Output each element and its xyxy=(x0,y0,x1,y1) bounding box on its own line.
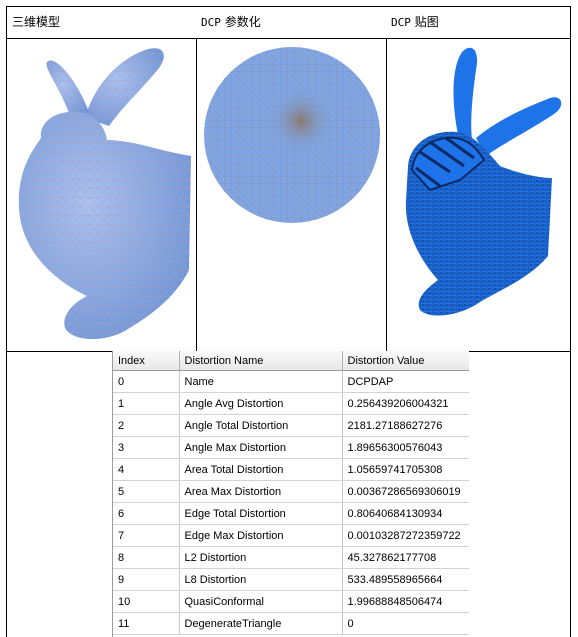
value-cell[interactable]: 0.256439206004321 xyxy=(342,392,469,415)
value-cell[interactable]: 1.99688848506474 xyxy=(342,590,469,613)
index-cell[interactable]: 5 xyxy=(113,480,180,503)
value-cell[interactable]: 0.00367286569306019 xyxy=(342,480,469,503)
header-dcp-parameterization: DCP 参数化 xyxy=(201,15,261,29)
column-header-name[interactable]: Distortion Name xyxy=(179,351,343,371)
header-row: 三维模型 DCP 参数化 DCP 贴图 xyxy=(7,7,570,39)
name-cell[interactable]: Area Max Distortion xyxy=(179,480,343,503)
index-cell[interactable]: 9 xyxy=(113,568,180,591)
name-cell[interactable]: L2 Distortion xyxy=(179,546,343,569)
index-cell[interactable]: 6 xyxy=(113,502,180,525)
table-row[interactable]: 8 L2 Distortion 45.327862177708 xyxy=(113,546,469,569)
table-row[interactable]: 10 QuasiConformal 1.99688848506474 xyxy=(113,590,469,613)
column-header-value[interactable]: Distortion Value xyxy=(342,351,469,371)
table-row[interactable]: 6 Edge Total Distortion 0.80640684130934 xyxy=(113,502,469,525)
distortion-table: Index Distortion Name Distortion Value 0… xyxy=(113,351,469,635)
header-3d-model: 三维模型 xyxy=(12,15,61,29)
image-row xyxy=(7,38,570,352)
value-cell[interactable]: 0.80640684130934 xyxy=(342,502,469,525)
table-row[interactable]: 4 Area Total Distortion 1.05659741705308 xyxy=(113,458,469,481)
table-row[interactable]: 5 Area Max Distortion 0.00367286569306019 xyxy=(113,480,469,503)
index-cell[interactable]: 11 xyxy=(113,612,180,635)
grid-header-row: Index Distortion Name Distortion Value xyxy=(113,351,469,371)
value-cell[interactable]: 533.489558965664 xyxy=(342,568,469,591)
index-cell[interactable]: 2 xyxy=(113,414,180,437)
index-cell[interactable]: 7 xyxy=(113,524,180,547)
name-cell[interactable]: Area Total Distortion xyxy=(179,458,343,481)
parameterization-disk-icon xyxy=(200,40,384,349)
header-dcp-texture: DCP 贴图 xyxy=(391,15,439,29)
table-row[interactable]: 11 DegenerateTriangle 0 xyxy=(113,612,469,635)
value-cell[interactable]: 1.89656300576043 xyxy=(342,436,469,459)
value-cell[interactable]: 45.327862177708 xyxy=(342,546,469,569)
column-header-index[interactable]: Index xyxy=(113,351,180,371)
value-cell[interactable]: 0.00103287272359722 xyxy=(342,524,469,547)
name-cell[interactable]: Edge Total Distortion xyxy=(179,502,343,525)
bunny-mesh-icon xyxy=(13,40,193,349)
table-row[interactable]: 3 Angle Max Distortion 1.89656300576043 xyxy=(113,436,469,459)
value-cell[interactable]: 1.05659741705308 xyxy=(342,458,469,481)
name-cell[interactable]: L8 Distortion xyxy=(179,568,343,591)
index-cell[interactable]: 0 xyxy=(113,370,180,393)
index-cell[interactable]: 4 xyxy=(113,458,180,481)
name-cell[interactable]: Edge Max Distortion xyxy=(179,524,343,547)
table-row[interactable]: 0 Name DCPDAP xyxy=(113,370,469,393)
name-cell[interactable]: Name xyxy=(179,370,343,393)
table-row[interactable]: 1 Angle Avg Distortion 0.256439206004321 xyxy=(113,392,469,415)
name-cell[interactable]: Angle Max Distortion xyxy=(179,436,343,459)
table-row[interactable]: 2 Angle Total Distortion 2181.27188627276 xyxy=(113,414,469,437)
value-cell[interactable]: 2181.27188627276 xyxy=(342,414,469,437)
index-cell[interactable]: 1 xyxy=(113,392,180,415)
value-cell[interactable]: 0 xyxy=(342,612,469,635)
name-cell[interactable]: QuasiConformal xyxy=(179,590,343,613)
distortion-grid[interactable]: Index Distortion Name Distortion Value 0… xyxy=(112,351,469,637)
table-row[interactable]: 9 L8 Distortion 533.489558965664 xyxy=(113,568,469,591)
name-cell[interactable]: Angle Total Distortion xyxy=(179,414,343,437)
index-cell[interactable]: 10 xyxy=(113,590,180,613)
texture-bunny-icon xyxy=(390,40,568,349)
table-row[interactable]: 7 Edge Max Distortion 0.00103287272359722 xyxy=(113,524,469,547)
index-cell[interactable]: 8 xyxy=(113,546,180,569)
index-cell[interactable]: 3 xyxy=(113,436,180,459)
name-cell[interactable]: DegenerateTriangle xyxy=(179,612,343,635)
value-cell[interactable]: DCPDAP xyxy=(342,370,469,393)
name-cell[interactable]: Angle Avg Distortion xyxy=(179,392,343,415)
